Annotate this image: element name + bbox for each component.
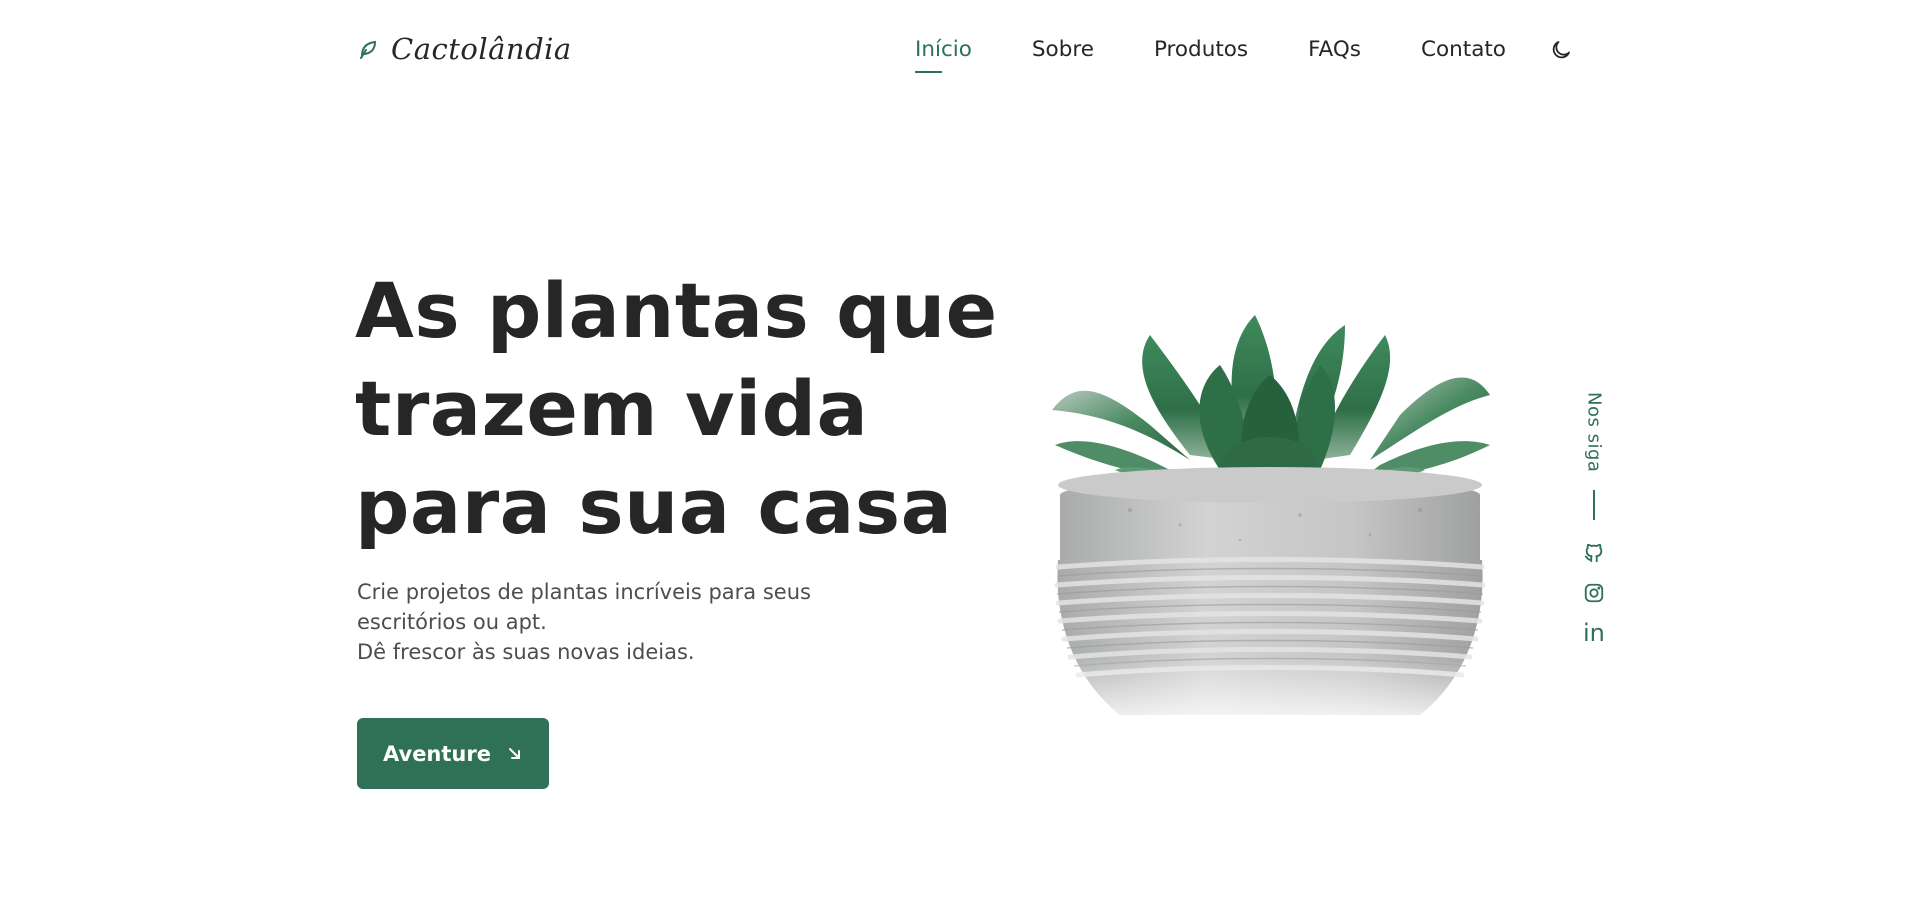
hero-description-line: escritórios ou apt.: [357, 610, 547, 634]
nav-item-inicio[interactable]: Início: [915, 37, 972, 73]
linkedin-icon: in: [1583, 619, 1605, 648]
cta-label: Aventure: [383, 741, 491, 766]
social-sidebar: Nos siga in: [1576, 392, 1612, 648]
social-label: Nos siga: [1583, 392, 1605, 473]
hero-title: As plantas que trazem vida para sua casa: [355, 262, 998, 556]
hero-title-line: trazem vida: [355, 364, 869, 453]
brand-name: Cactolândia: [391, 32, 572, 66]
hero-title-line: para sua casa: [355, 462, 953, 551]
leaf-icon: [359, 39, 377, 59]
brand-logo[interactable]: Cactolândia: [359, 32, 572, 66]
hero-description-line: Crie projetos de plantas incríveis para …: [357, 580, 811, 604]
instagram-icon: [1583, 582, 1605, 604]
hero-description: Crie projetos de plantas incríveis para …: [357, 577, 857, 667]
nav-item-sobre[interactable]: Sobre: [1032, 37, 1094, 62]
aventure-button[interactable]: Aventure: [357, 718, 549, 789]
moon-icon: [1549, 38, 1573, 62]
linkedin-link[interactable]: in: [1583, 619, 1605, 648]
github-icon: [1583, 542, 1605, 564]
arrow-down-right-icon: [507, 746, 523, 762]
nav-item-contato[interactable]: Contato: [1421, 37, 1506, 62]
succulent-pot-image: [1040, 295, 1500, 735]
hero-description-line: Dê frescor às suas novas ideias.: [357, 640, 695, 664]
hero-title-line: As plantas que: [355, 266, 998, 355]
social-divider: [1593, 490, 1595, 521]
github-link[interactable]: [1583, 542, 1605, 564]
nav-item-faqs[interactable]: FAQs: [1308, 37, 1361, 62]
site-header: Cactolândia Início Sobre Produtos FAQs C…: [0, 0, 1920, 100]
instagram-link[interactable]: [1583, 582, 1605, 604]
main-nav: Início Sobre Produtos FAQs Contato: [915, 37, 1566, 73]
nav-item-produtos[interactable]: Produtos: [1154, 37, 1248, 62]
theme-toggle-button[interactable]: [1549, 38, 1573, 62]
